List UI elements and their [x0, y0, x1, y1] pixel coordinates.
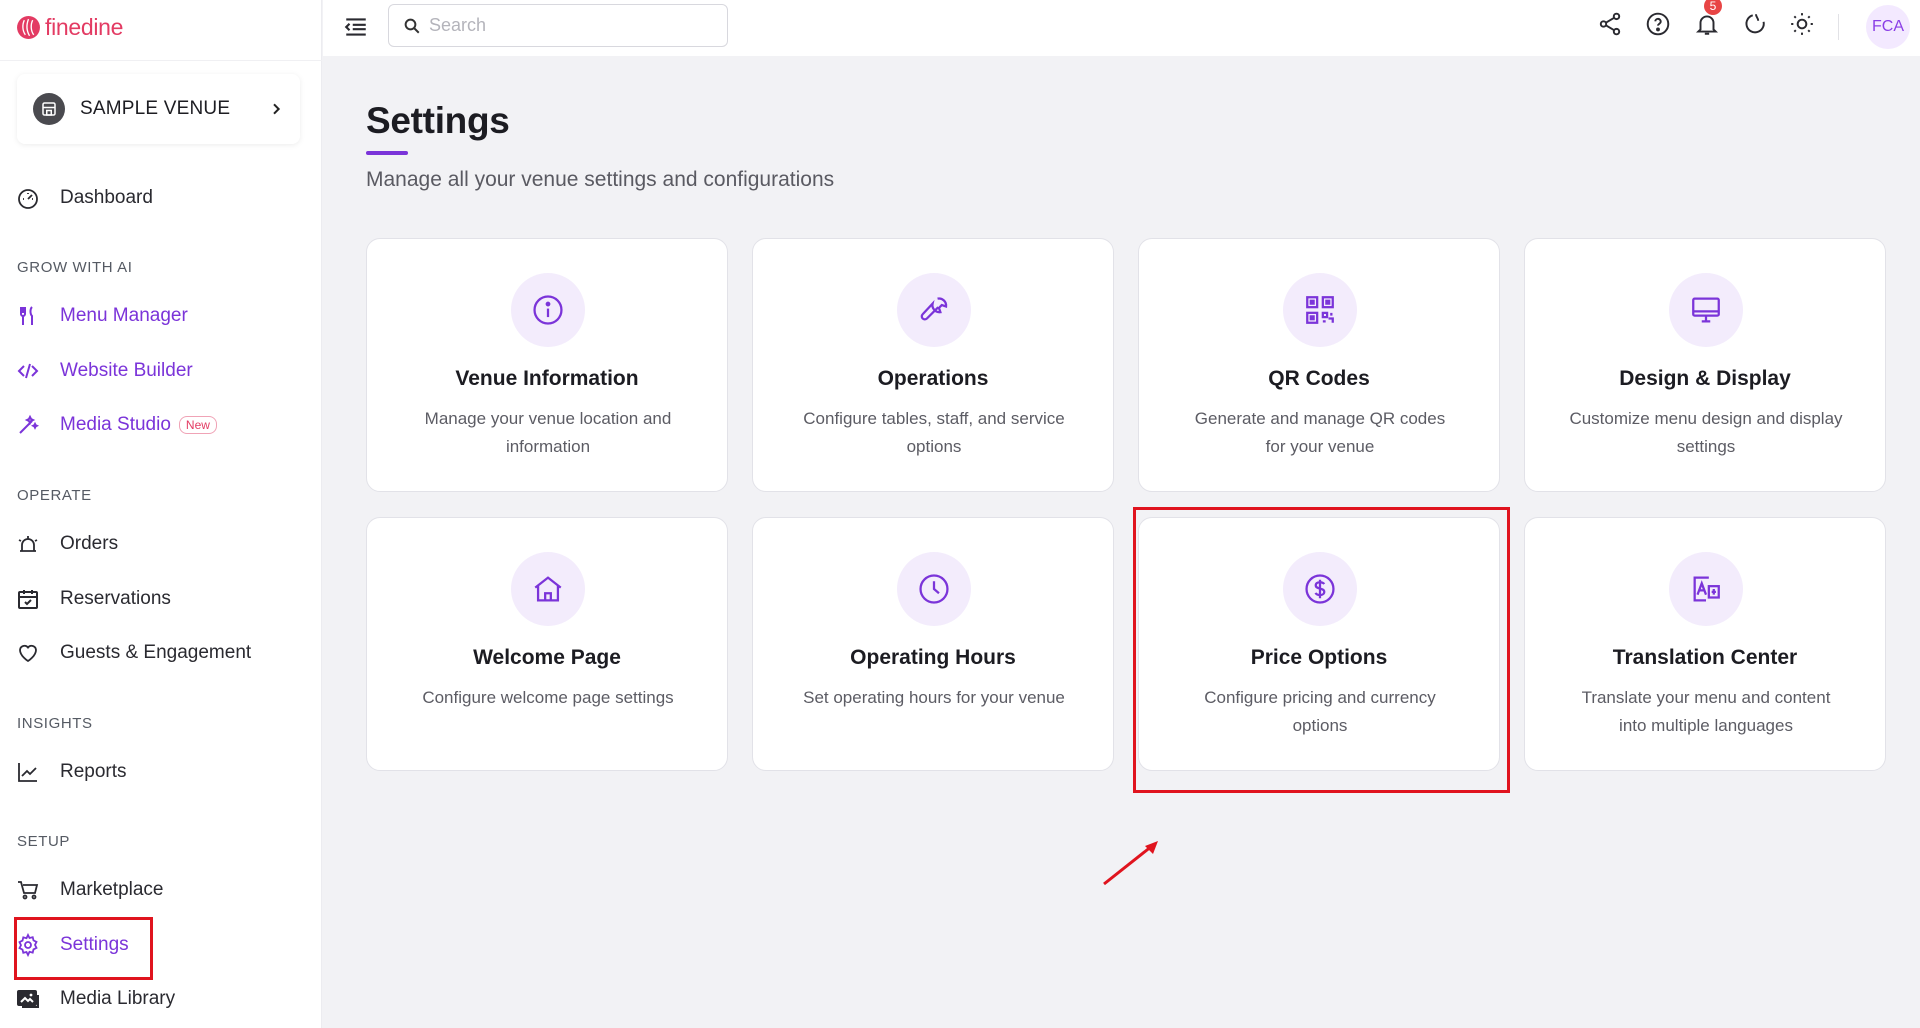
settings-card-design-display[interactable]: Design & Display Customize menu design a…: [1524, 238, 1886, 492]
card-description: Set operating hours for your venue: [803, 688, 1065, 707]
sun-icon[interactable]: [1789, 11, 1815, 37]
translate-icon: [1693, 576, 1720, 602]
sidebar-item-reports[interactable]: Reports: [16, 754, 127, 790]
topbar: 5 FCA: [323, 0, 1920, 56]
sidebar-item-label: Media Studio: [60, 414, 171, 435]
card-title: Venue Information: [455, 367, 639, 390]
card-icon-circle: [1669, 552, 1743, 626]
sidebar-item-label: Reports: [60, 761, 127, 782]
share-icon[interactable]: [1597, 11, 1623, 37]
sidebar-item-label: Website Builder: [60, 360, 193, 381]
annotation-highlight-price-options: [1133, 507, 1510, 793]
card-icon-circle: [1283, 273, 1357, 347]
sidebar-item-media-studio[interactable]: Media Studio New: [16, 407, 217, 443]
section-label-grow: GROW WITH AI: [17, 259, 133, 276]
card-icon-circle: [511, 273, 585, 347]
store-icon: [33, 93, 65, 125]
card-title: Operations: [877, 367, 989, 390]
info-icon: [533, 295, 563, 325]
sidebar-item-label: Media Library: [60, 988, 176, 1009]
home-icon: [534, 576, 562, 602]
chevron-right-icon: [273, 103, 281, 115]
sidebar-item-reservations[interactable]: Reservations: [16, 581, 171, 617]
card-title: Translation Center: [1612, 646, 1798, 669]
sidebar-item-label: Menu Manager: [60, 305, 188, 326]
card-icon-circle: [897, 552, 971, 626]
section-label-insights: INSIGHTS: [17, 715, 93, 732]
power-icon[interactable]: [1743, 11, 1769, 37]
help-icon[interactable]: [1645, 11, 1671, 37]
sidebar-item-label: Orders: [60, 533, 119, 554]
settings-card-qr-codes[interactable]: QR Codes Generate and manage QR codes fo…: [1138, 238, 1500, 492]
fork-knife-icon: [20, 306, 33, 325]
heart-icon: [19, 644, 37, 663]
brand-name: finedine: [45, 13, 124, 40]
line-chart-icon: [18, 763, 37, 782]
bell-icon: [18, 536, 38, 552]
search-icon: [404, 18, 420, 33]
venue-selector[interactable]: SAMPLE VENUE: [17, 74, 300, 144]
sidebar-item-marketplace[interactable]: Marketplace: [16, 872, 164, 908]
card-description: Translate your menu and content into mul…: [1581, 688, 1831, 735]
settings-card-operations[interactable]: Operations Configure tables, staff, and …: [752, 238, 1114, 492]
code-icon: [17, 363, 39, 379]
card-title: QR Codes: [1268, 367, 1370, 390]
card-description: Manage your venue location and informati…: [424, 409, 672, 456]
sidebar-item-label: Guests & Engagement: [60, 642, 252, 663]
card-description: Customize menu design and display settin…: [1569, 409, 1843, 456]
calendar-check-icon: [18, 590, 38, 609]
sidebar-item-media-library[interactable]: Media Library: [16, 981, 175, 1017]
sidebar-item-label: Dashboard: [60, 187, 153, 208]
images-icon: [17, 990, 39, 1008]
card-title: Design & Display: [1619, 367, 1791, 390]
card-icon-circle: [1669, 273, 1743, 347]
search-box[interactable]: [388, 4, 728, 47]
sidebar-item-dashboard[interactable]: Dashboard: [16, 180, 153, 216]
venue-name: SAMPLE VENUE: [80, 98, 231, 119]
sidebar-item-label: Marketplace: [60, 879, 164, 900]
annotation-highlight-settings: [14, 917, 153, 980]
sidebar-item-label: Reservations: [60, 588, 171, 609]
avatar[interactable]: FCA: [1866, 5, 1910, 49]
section-label-operate: OPERATE: [17, 487, 92, 504]
wrench-icon: [920, 297, 948, 321]
card-icon-circle: [511, 552, 585, 626]
page-title: Settings: [366, 100, 510, 141]
card-description: Configure tables, staff, and service opt…: [803, 409, 1065, 456]
clock-icon: [919, 574, 949, 604]
settings-card-operating-hours[interactable]: Operating Hours Set operating hours for …: [752, 517, 1114, 771]
logo-divider: [0, 60, 322, 61]
sidebar: finedine SAMPLE VENUE Dashboard GROW WIT…: [0, 0, 322, 1028]
finedine-logo-icon: [17, 15, 40, 39]
title-underline: [366, 151, 408, 155]
settings-card-translation-center[interactable]: Translation Center Translate your menu a…: [1524, 517, 1886, 771]
finedine-logo[interactable]: finedine: [16, 12, 123, 42]
sidebar-item-orders[interactable]: Orders: [16, 526, 118, 562]
page-subtitle: Manage all your venue settings and confi…: [366, 168, 835, 191]
sidebar-item-menu-manager[interactable]: Menu Manager: [16, 298, 188, 334]
section-label-setup: SETUP: [17, 833, 71, 850]
card-icon-circle: [897, 273, 971, 347]
magic-wand-icon: [19, 414, 40, 434]
card-title: Welcome Page: [473, 646, 621, 669]
settings-card-welcome-page[interactable]: Welcome Page Configure welcome page sett…: [366, 517, 728, 771]
topbar-divider: [1838, 14, 1839, 40]
settings-card-venue-information[interactable]: Venue Information Manage your venue loca…: [366, 238, 728, 492]
search-input[interactable]: [429, 15, 709, 36]
gauge-icon: [18, 189, 38, 209]
qr-code-icon: [1306, 296, 1334, 324]
sidebar-item-website-builder[interactable]: Website Builder: [16, 353, 193, 389]
sidebar-item-guests-engagement[interactable]: Guests & Engagement: [16, 635, 251, 671]
card-description: Configure welcome page settings: [422, 688, 674, 707]
menu-collapse-icon[interactable]: [343, 14, 369, 40]
monitor-icon: [1692, 297, 1720, 323]
card-description: Generate and manage QR codes for your ve…: [1194, 409, 1446, 456]
notification-bell-icon[interactable]: [1694, 11, 1720, 37]
card-title: Operating Hours: [850, 646, 1016, 669]
annotation-arrow-icon: [1103, 841, 1158, 886]
new-badge: New: [178, 416, 217, 434]
cart-icon: [18, 881, 39, 900]
